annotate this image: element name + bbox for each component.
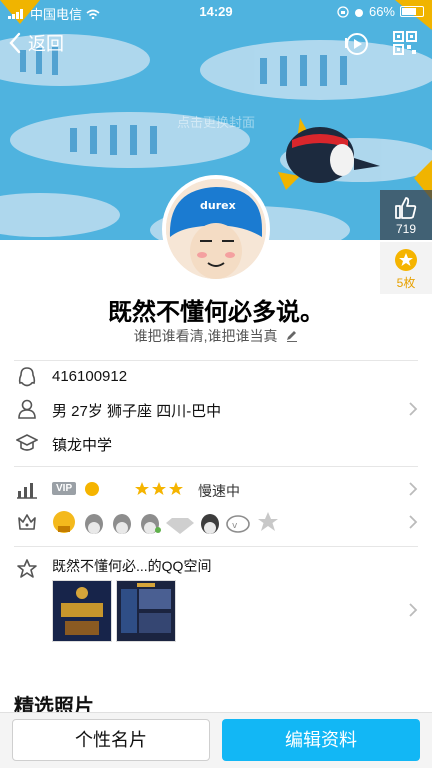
coin-count: 5枚 [396, 276, 416, 290]
vip-badge: VIP [52, 482, 77, 495]
school-name: 镇龙中学 [52, 437, 113, 454]
qzone-photo-image [53, 581, 111, 641]
moon-level-icon [103, 482, 114, 496]
top-nav: 返回 [0, 26, 432, 62]
chevron-right-icon [409, 402, 418, 416]
crown-badge-icon [18, 514, 36, 530]
chevron-right-icon [409, 482, 418, 496]
qzone-photo-thumbnail[interactable] [116, 580, 176, 642]
qq-number: 416100912 [52, 368, 128, 385]
school-row[interactable]: 镇龙中学 [0, 430, 432, 456]
pencil-icon [287, 331, 298, 342]
signature[interactable]: 谁把谁看清,谁把谁当真 [0, 326, 432, 346]
gray-penguin-badge-icon [85, 514, 103, 534]
thumbs-up-icon [395, 197, 417, 219]
diamond-badge-icon [166, 518, 194, 534]
badges-row[interactable]: v [0, 506, 432, 538]
chevron-right-icon [409, 603, 418, 617]
back-label: 返回 [28, 34, 64, 54]
status-right: 66% [337, 4, 424, 19]
profile-card-button[interactable]: 个性名片 [12, 719, 210, 761]
qq-number-row[interactable]: 416100912 [0, 364, 432, 390]
chevron-right-icon [409, 515, 418, 529]
music-play-button[interactable] [342, 30, 370, 63]
back-button[interactable]: 返回 [8, 30, 64, 56]
basic-info-row[interactable]: 男 27岁 狮子座 四川-巴中 [0, 396, 432, 422]
penguin-icon [18, 367, 36, 387]
dark-penguin-badge-icon [201, 514, 219, 534]
qzone-title: 既然不懂何必...的QQ空间 [52, 558, 212, 574]
avatar-image: durex [166, 179, 266, 279]
music-play-icon [345, 33, 368, 55]
like-count: 719 [395, 222, 417, 236]
avatar-helmet-text: durex [200, 199, 236, 212]
chevron-left-icon [9, 32, 21, 54]
avatar-illustration [166, 179, 266, 279]
qr-code-icon [393, 31, 417, 55]
nickname: 既然不懂何必多说。 [108, 299, 324, 326]
level-row[interactable]: VIP 慢速中 [0, 476, 432, 502]
avatar[interactable]: durex [162, 175, 270, 283]
coin-button[interactable]: 5枚 [380, 242, 432, 294]
gray-penguin-badge-icon [113, 514, 131, 534]
svg-text:v: v [232, 521, 238, 531]
star-badge-icon [258, 512, 278, 531]
moon-level-icon [119, 482, 130, 496]
lock-rotation-icon [337, 5, 349, 18]
star-coin-icon [395, 249, 417, 271]
star-icon [17, 559, 37, 578]
crown-level-icon [85, 482, 99, 496]
cloud-vip-badge-icon: v [226, 515, 250, 533]
qzone-photo-thumbnail[interactable] [52, 580, 112, 642]
star-level-icon [135, 482, 149, 495]
gold-badge-icon [53, 511, 75, 533]
battery-icon [400, 6, 424, 17]
qr-code-button[interactable] [392, 30, 418, 61]
star-level-icon [152, 482, 166, 495]
divider [14, 546, 418, 547]
basic-info: 男 27岁 狮子座 四川-巴中 [52, 403, 222, 420]
star-level-icon [169, 482, 183, 495]
graduation-cap-icon [16, 434, 38, 451]
status-bar: 中国电信 14:29 66% [0, 0, 432, 24]
divider [14, 466, 418, 467]
bottom-bar: 个性名片 编辑资料 [0, 712, 432, 768]
badge-icons: v [53, 511, 278, 534]
speed-status: 慢速中 [198, 483, 240, 499]
change-cover-hint[interactable]: 点击更换封面 [0, 112, 432, 131]
divider [14, 360, 418, 361]
qzone-photo-image [117, 581, 175, 641]
alarm-icon [354, 8, 363, 17]
like-button[interactable]: 719 [380, 190, 432, 240]
battery-percent: 66% [368, 4, 395, 19]
edit-profile-button[interactable]: 编辑资料 [222, 719, 420, 761]
level-chart-icon [17, 483, 37, 499]
level-icons [85, 482, 183, 496]
person-icon [18, 399, 36, 419]
gray-penguin-badge-icon [141, 514, 161, 534]
signature-text: 谁把谁看清,谁把谁当真 [133, 328, 278, 344]
